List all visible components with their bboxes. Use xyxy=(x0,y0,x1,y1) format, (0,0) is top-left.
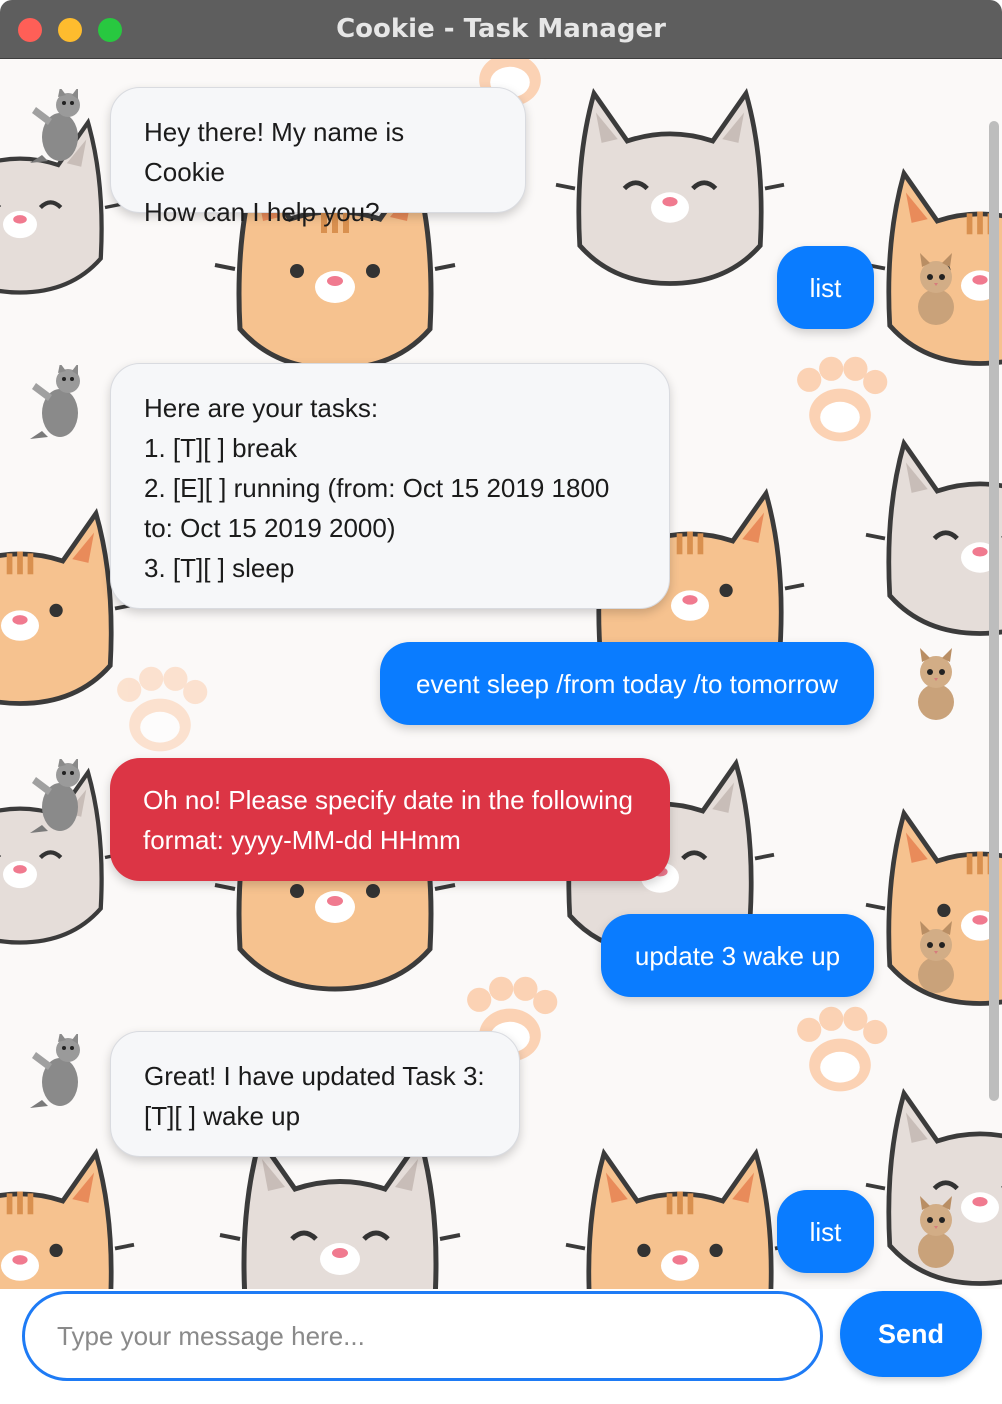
user-message-bubble: list xyxy=(777,1190,874,1273)
kitten-avatar-icon xyxy=(918,921,954,993)
waving-kitten-avatar-icon xyxy=(30,1034,80,1108)
error-message-bubble: Oh no! Please specify date in the follow… xyxy=(110,758,670,881)
kitten-avatar-icon xyxy=(918,648,954,720)
kitten-avatar-icon xyxy=(918,1196,954,1268)
user-message-bubble: update 3 wake up xyxy=(601,914,874,997)
bot-message-bubble: Great! I have updated Task 3: [T][ ] wak… xyxy=(110,1031,520,1157)
waving-kitten-avatar-icon xyxy=(30,365,80,439)
user-message-bubble: event sleep /from today /to tomorrow xyxy=(380,642,874,725)
bot-message-bubble: Hey there! My name is Cookie How can I h… xyxy=(110,87,526,227)
message-input[interactable] xyxy=(22,1291,823,1381)
waving-kitten-avatar-icon xyxy=(30,759,80,833)
window-title: Cookie - Task Manager xyxy=(336,14,666,44)
send-button[interactable]: Send xyxy=(840,1291,982,1377)
user-message-bubble: list xyxy=(777,246,874,329)
app-window: Cookie - Task Manager Hey there! My name… xyxy=(0,0,1002,1404)
chat-scrollbar[interactable] xyxy=(989,121,999,1101)
title-bar: Cookie - Task Manager xyxy=(0,0,1002,59)
waving-kitten-avatar-icon xyxy=(30,89,80,163)
kitten-avatar-icon xyxy=(918,253,954,325)
bot-message-bubble: Here are your tasks: 1. [T][ ] break 2. … xyxy=(110,363,670,609)
chat-area[interactable]: Hey there! My name is Cookie How can I h… xyxy=(0,59,1002,1289)
